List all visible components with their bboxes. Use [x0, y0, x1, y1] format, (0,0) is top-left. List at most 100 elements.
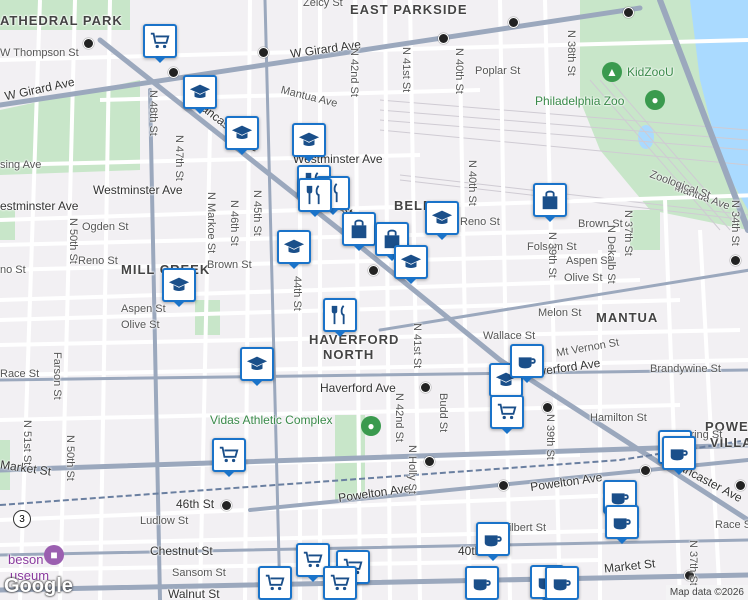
- school-icon: [298, 129, 320, 151]
- street-label: Chestnut St: [150, 544, 213, 558]
- street-label: N 51st St: [21, 420, 33, 466]
- street-label: Farson St: [51, 352, 63, 400]
- school-marker[interactable]: [292, 123, 326, 162]
- map-attribution: Map data ©2026: [665, 585, 748, 600]
- grocery-marker[interactable]: [323, 566, 357, 600]
- neighborhood-label: MANTUA: [596, 310, 659, 325]
- restaurant-marker[interactable]: [323, 298, 357, 337]
- street-label: N 37th St: [622, 210, 634, 256]
- street-label: Brown St: [207, 259, 252, 271]
- street-label: N 38th St: [565, 30, 577, 76]
- shopping-icon: [348, 218, 370, 240]
- grocery-marker[interactable]: [143, 24, 177, 63]
- cafe-marker[interactable]: [510, 344, 544, 383]
- cafe-marker[interactable]: [662, 436, 696, 475]
- school-marker[interactable]: [425, 201, 459, 240]
- street-label: N 40th St: [453, 48, 465, 94]
- kidzoou-pin-icon[interactable]: ▲: [602, 62, 622, 82]
- street-label: N 42nd St: [348, 48, 360, 97]
- neighborhood-label: ATHEDRAL PARK: [0, 13, 123, 28]
- school-marker[interactable]: [240, 347, 274, 386]
- transit-station[interactable]: [498, 480, 509, 491]
- neighborhood-label: EAST PARKSIDE: [350, 2, 468, 17]
- street-label: N Markoe St: [205, 192, 217, 254]
- street-label: Aspen St: [121, 303, 166, 315]
- transit-station[interactable]: [640, 465, 651, 476]
- transit-station[interactable]: [368, 265, 379, 276]
- grocery-icon: [329, 572, 351, 594]
- street-label: N 42nd St: [393, 393, 405, 442]
- transit-station[interactable]: [438, 33, 449, 44]
- street-label: no St: [0, 264, 26, 276]
- transit-station[interactable]: [420, 382, 431, 393]
- cafe-icon: [516, 350, 538, 372]
- transit-station[interactable]: [424, 456, 435, 467]
- street-label: Westminster Ave: [93, 183, 183, 197]
- street-label: N 41st St: [400, 47, 412, 93]
- poi-label[interactable]: Vidas Athletic Complex: [210, 414, 333, 426]
- street-label: Race St: [0, 368, 40, 380]
- school-marker[interactable]: [162, 268, 196, 307]
- neighborhood-label: HAVERFORD: [309, 332, 400, 347]
- grocery-marker[interactable]: [490, 395, 524, 434]
- street-label: 44th St: [291, 276, 303, 311]
- street-label: Reno St: [78, 255, 118, 267]
- school-icon: [283, 236, 305, 258]
- poi-label[interactable]: Philadelphia Zoo: [535, 95, 624, 107]
- street-label: Ludlow St: [140, 515, 189, 527]
- street-label: estminster Ave: [0, 199, 79, 213]
- street-label: N 47th St: [173, 135, 185, 181]
- street-label: N 50th St: [67, 218, 79, 264]
- cafe-icon: [611, 511, 633, 533]
- transit-station[interactable]: [508, 17, 519, 28]
- cafe-marker[interactable]: [476, 522, 510, 561]
- school-marker[interactable]: [225, 116, 259, 155]
- shopping-marker[interactable]: [342, 212, 376, 251]
- street-label: sing Ave: [0, 159, 42, 171]
- street-label: N Dekalb St: [605, 225, 617, 284]
- transit-station[interactable]: [168, 67, 179, 78]
- street-label: Haverford Ave: [320, 381, 396, 395]
- poi-label[interactable]: KidZooU: [627, 66, 674, 78]
- street-label: N 34th St: [729, 200, 741, 246]
- transit-station[interactable]: [542, 402, 553, 413]
- shopping-marker[interactable]: [533, 183, 567, 222]
- cafe-marker[interactable]: [545, 566, 579, 600]
- poi-label[interactable]: beson: [8, 553, 43, 566]
- cafe-marker[interactable]: [605, 505, 639, 544]
- cafe-marker[interactable]: [465, 566, 499, 600]
- school-marker[interactable]: [394, 245, 428, 284]
- grocery-marker[interactable]: [212, 438, 246, 477]
- cafe-icon: [482, 528, 504, 550]
- street-label: N Holly St: [406, 445, 418, 494]
- athletic-complex-pin-icon[interactable]: ●: [361, 416, 381, 436]
- grocery-icon: [496, 401, 518, 423]
- school-marker[interactable]: [183, 75, 217, 114]
- school-icon: [231, 122, 253, 144]
- restaurant-icon: [304, 184, 326, 206]
- transit-station[interactable]: [221, 500, 232, 511]
- cafe-icon: [471, 572, 493, 594]
- street-label: N 37th St: [687, 540, 699, 586]
- transit-station[interactable]: [258, 47, 269, 58]
- museum-pin-icon[interactable]: ■: [44, 545, 64, 565]
- transit-station[interactable]: [623, 7, 634, 18]
- street-label: Olive St: [564, 272, 603, 284]
- street-label: Brandywine St: [650, 363, 721, 375]
- restaurant-marker[interactable]: [298, 178, 332, 217]
- neighborhood-label: NORTH: [323, 347, 375, 362]
- shopping-icon: [539, 189, 561, 211]
- street-label: Budd St: [437, 393, 449, 433]
- map-canvas[interactable]: ATHEDRAL PARK EAST PARKSIDE MILL CREEK B…: [0, 0, 748, 600]
- school-marker[interactable]: [277, 230, 311, 269]
- street-label: N 39th St: [546, 232, 558, 278]
- street-label: Sansom St: [172, 567, 226, 579]
- zoo-pin-icon[interactable]: ●: [645, 90, 665, 110]
- street-label: N 50th St: [64, 435, 76, 481]
- grocery-icon: [264, 572, 286, 594]
- grocery-icon: [149, 30, 171, 52]
- street-label: Zelcy St: [303, 0, 343, 9]
- grocery-marker[interactable]: [258, 566, 292, 600]
- transit-station[interactable]: [83, 38, 94, 49]
- transit-station[interactable]: [730, 255, 741, 266]
